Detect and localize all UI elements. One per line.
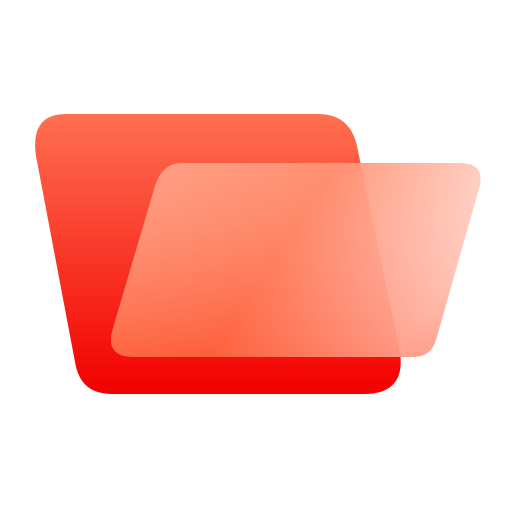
folder-open-icon [35, 114, 481, 394]
folder-front-shade [110, 163, 481, 357]
icon-canvas [0, 0, 512, 512]
